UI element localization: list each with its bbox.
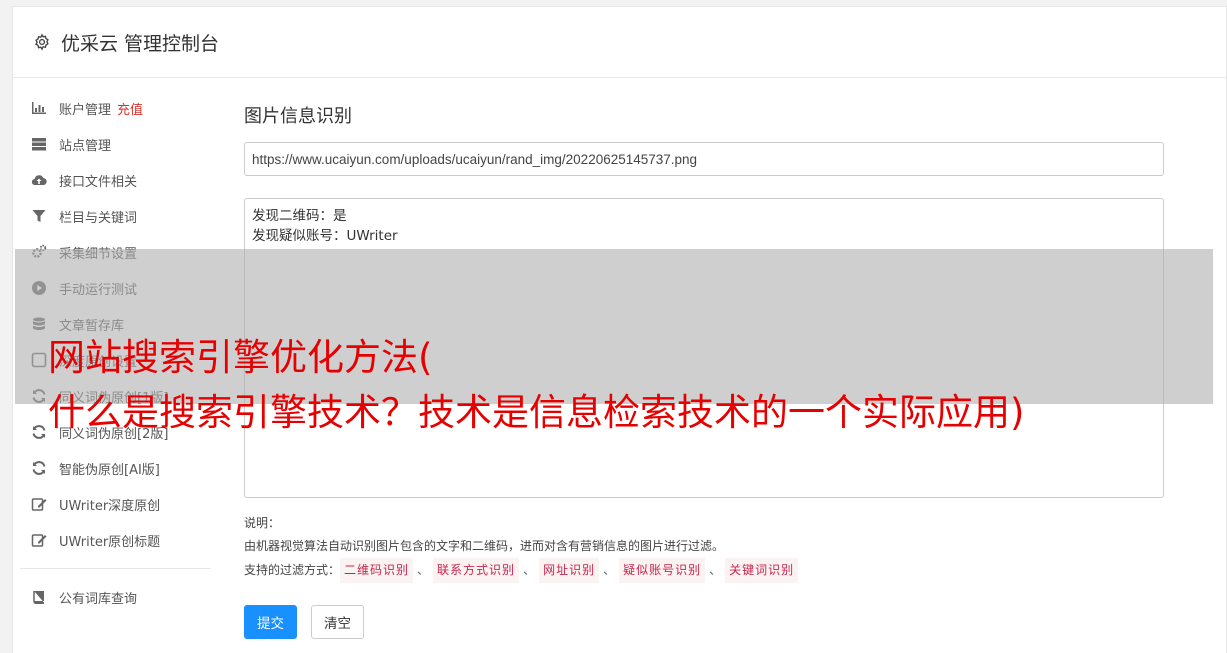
tag-separator: 、 — [523, 563, 536, 577]
sidebar-item[interactable]: 站点管理 — [20, 126, 210, 162]
cloud-upload-icon — [30, 172, 48, 188]
sidebar-item-label: UWriter深度原创 — [59, 498, 161, 514]
headline-line-2: 什么是搜索引擎技术？技术是信息检索技术的一个实际应用) — [48, 391, 1025, 434]
notes-label: 说明： — [244, 516, 281, 530]
sidebar-item[interactable]: 公有词库查询 — [20, 579, 210, 615]
overlay-headline: 网站搜索引擎优化方法( 什么是搜索引擎技术？技术是信息检索技术的一个实际应用) — [48, 330, 1227, 440]
tag-separator: 、 — [417, 563, 430, 577]
gear-icon — [33, 33, 51, 51]
filter-tags: 二维码识别、联系方式识别、网址识别、疑似账号识别、关键词识别 — [340, 558, 799, 583]
filter-methods: 支持的过滤方式： 二维码识别、联系方式识别、网址识别、疑似账号识别、关键词识别 — [244, 558, 1164, 583]
filter-tag: 二维码识别 — [340, 558, 414, 583]
clear-button[interactable]: 清空 — [311, 605, 364, 639]
section-title: 图片信息识别 — [244, 106, 352, 127]
submit-button[interactable]: 提交 — [244, 605, 297, 639]
edit-icon — [30, 496, 48, 512]
bar-chart-icon — [30, 100, 48, 116]
tag-separator: 、 — [603, 563, 616, 577]
recharge-link[interactable]: 充值 — [117, 99, 143, 118]
notes: 说明： 由机器视觉算法自动识别图片包含的文字和二维码，进而对含有营销信息的图片进… — [244, 512, 1164, 583]
filter-tag: 疑似账号识别 — [619, 558, 706, 583]
filter-icon — [30, 208, 48, 224]
sidebar-item[interactable]: UWriter深度原创 — [20, 486, 210, 522]
headline-line-1: 网站搜索引擎优化方法( — [48, 336, 433, 379]
filters-label: 支持的过滤方式： — [244, 563, 341, 577]
sidebar-item[interactable]: UWriter原创标题 — [20, 522, 210, 558]
edit-icon — [30, 532, 48, 548]
sidebar-item[interactable]: 账户管理 充值 — [20, 90, 210, 126]
sidebar-item[interactable]: 接口文件相关 — [20, 162, 210, 198]
refresh-icon — [30, 460, 48, 476]
sidebar-item-label: UWriter原创标题 — [59, 534, 161, 550]
header: 优采云 管理控制台 — [13, 7, 1226, 78]
sidebar-item[interactable]: 栏目与关键词 — [20, 198, 210, 234]
image-url-input[interactable] — [244, 142, 1164, 176]
sidebar-item-label: 公有词库查询 — [59, 591, 138, 607]
sidebar-item-label: 接口文件相关 — [59, 174, 138, 190]
notes-text: 由机器视觉算法自动识别图片包含的文字和二维码，进而对含有营销信息的图片进行过滤。 — [244, 539, 725, 553]
server-icon — [30, 136, 48, 152]
sidebar-item-label: 账户管理 — [59, 102, 112, 118]
sidebar-item-label: 智能伪原创[AI版] — [59, 462, 160, 478]
filter-tag: 网址识别 — [539, 558, 600, 583]
page-title: 优采云 管理控制台 — [61, 32, 220, 55]
refresh-icon — [30, 424, 48, 440]
sidebar-item[interactable]: 智能伪原创[AI版] — [20, 450, 210, 486]
sidebar-item-label: 站点管理 — [59, 138, 112, 154]
tag-separator: 、 — [709, 563, 722, 577]
sidebar-divider — [20, 568, 210, 569]
sidebar-item-label: 栏目与关键词 — [59, 210, 138, 226]
book-icon — [30, 589, 48, 605]
filter-tag: 关键词识别 — [725, 558, 799, 583]
filter-tag: 联系方式识别 — [433, 558, 520, 583]
